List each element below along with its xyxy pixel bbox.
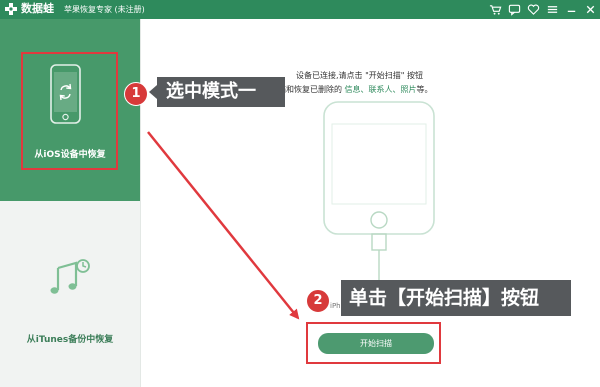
connect-instruction: 设备已连接,请点击 "开始扫描" 按钮 进行扫描和恢复已删除的 信息、联系人、照…: [254, 69, 494, 97]
data-types-link[interactable]: 信息、联系人、照片: [345, 85, 417, 94]
app-name: 数据蛙: [21, 2, 54, 15]
title-bar: 数据蛙 苹果恢复专家 (未注册): [0, 0, 600, 19]
instruction-suffix: 等。: [416, 85, 433, 94]
mode-itunes-label: 从iTunes备份中恢复: [26, 335, 114, 345]
highlight-scan-box: [306, 322, 441, 364]
mode-itunes-backup[interactable]: 从iTunes备份中恢复: [0, 201, 140, 387]
sidebar-divider: [140, 19, 141, 387]
minimize-icon[interactable]: [564, 3, 578, 17]
instruction-line-1: 设备已连接,请点击 "开始扫描" 按钮: [296, 71, 423, 80]
itunes-music-icon: [50, 259, 90, 294]
chat-icon[interactable]: [507, 3, 521, 17]
phone-outline-illustration: [323, 101, 435, 280]
close-icon[interactable]: [583, 3, 597, 17]
step-2-badge: 2: [306, 289, 330, 313]
step-1-callout: 选中模式一: [149, 77, 285, 107]
step-1-badge: 1: [124, 82, 148, 106]
window-controls: [488, 2, 597, 17]
app-logo-icon: [5, 3, 17, 15]
highlight-mode-box: [21, 52, 118, 170]
step-2-callout: 单击【开始扫描】按钮: [341, 280, 571, 316]
menu-icon[interactable]: [545, 3, 559, 17]
instruction-line-2: 进行扫描和恢复已删除的 信息、联系人、照片等。: [254, 83, 494, 97]
heart-icon[interactable]: [526, 3, 540, 17]
app-subtitle: 苹果恢复专家 (未注册): [64, 5, 145, 14]
cart-icon[interactable]: [488, 3, 502, 17]
arrow-to-scan: [147, 131, 300, 320]
